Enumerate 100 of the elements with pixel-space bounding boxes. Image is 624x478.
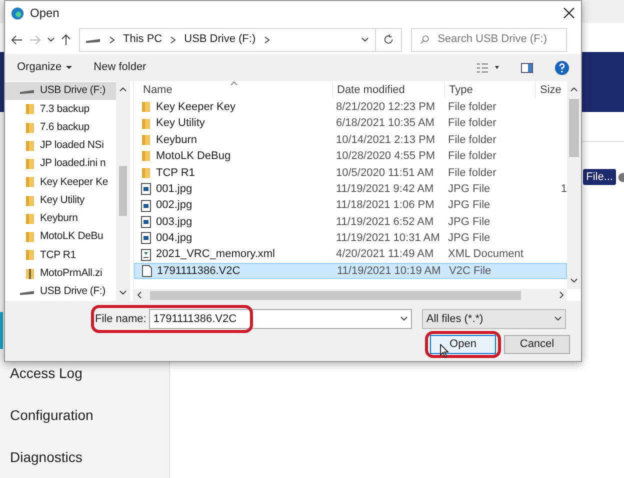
file-name: Key Keeper Key xyxy=(156,100,236,115)
nav-item[interactable]: Keyburn xyxy=(5,210,116,228)
date-cell-text: 11/19/2021 10:19 AM xyxy=(336,264,442,279)
file-name: TCP R1 xyxy=(156,166,195,181)
image-file-icon xyxy=(141,200,151,212)
file-name: 002.jpg xyxy=(156,198,192,214)
view-options-icon[interactable] xyxy=(477,62,499,72)
help-icon[interactable] xyxy=(555,60,569,74)
chevron-icon[interactable] xyxy=(262,36,271,44)
folder-icon xyxy=(141,118,151,130)
type-cell-text: File folder xyxy=(447,149,498,164)
file-row[interactable]: Keyburn 10/14/2021 2:13 PM File folder xyxy=(134,132,567,148)
horizontal-scrollbar[interactable] xyxy=(134,289,567,301)
open-button[interactable]: Open xyxy=(430,335,496,354)
folder-icon xyxy=(25,249,35,262)
chevron-icon[interactable] xyxy=(169,36,178,44)
file-row[interactable]: 003.jpg 11/19/2021 6:52 AM JPG File xyxy=(134,214,567,230)
date-cell-text: 10/28/2020 4:55 PM xyxy=(335,149,436,164)
app-icon xyxy=(11,6,24,20)
nav-item[interactable]: 7.3 backup xyxy=(5,100,116,118)
dropdown-caret-icon[interactable] xyxy=(554,315,562,323)
file-row[interactable]: TCP R1 10/5/2020 11:51 AM File folder xyxy=(134,164,567,181)
date-cell-text: 11/18/2021 1:06 PM xyxy=(335,198,436,214)
refresh-icon[interactable] xyxy=(383,34,394,45)
dropdown-caret-icon[interactable] xyxy=(361,36,369,44)
folder-icon xyxy=(141,101,151,114)
back-arrow-icon[interactable] xyxy=(11,34,23,44)
folder-icon xyxy=(25,158,35,170)
search-icon xyxy=(420,34,430,45)
dropdown-caret-icon[interactable] xyxy=(47,36,55,44)
nav-item[interactable]: Key Utility xyxy=(5,192,116,210)
file-type-dropdown[interactable]: All files (*.*) xyxy=(422,309,566,329)
nav-item[interactable]: JP loaded NSi xyxy=(5,136,116,155)
file-row[interactable]: Key Utility 6/18/2021 10:35 AM File folder xyxy=(134,115,567,132)
file-name: 001.jpg xyxy=(156,182,192,197)
type-cell-text: File folder xyxy=(447,132,498,148)
nav-item[interactable]: MotoPrmAll.zi xyxy=(5,264,116,283)
nav-item[interactable]: TCP R1 xyxy=(5,246,116,264)
scroll-up-icon[interactable] xyxy=(570,85,578,93)
file-row[interactable]: 004.jpg 11/19/2021 10:31 AM JPG File xyxy=(134,230,567,247)
file-name-field[interactable]: 1791111386.V2C xyxy=(149,309,412,329)
file-row[interactable]: MotoLK DeBug 10/28/2020 4:55 PM File folder xyxy=(134,148,567,165)
scroll-left-icon[interactable] xyxy=(136,291,144,299)
date-cell-text: 11/19/2021 10:31 AM xyxy=(335,231,441,246)
scrollbar-thumb[interactable] xyxy=(150,290,521,300)
scrollbar[interactable] xyxy=(567,81,581,289)
date-cell-text: 4/20/2021 11:49 AM xyxy=(335,247,435,262)
file-name: Keyburn xyxy=(156,132,197,148)
date-cell-text: 10/14/2021 2:13 PM xyxy=(335,132,436,148)
search-input[interactable]: Search USB Drive (F:) xyxy=(438,31,558,48)
folder-icon xyxy=(25,231,35,244)
close-icon[interactable] xyxy=(563,7,575,19)
scroll-right-icon[interactable] xyxy=(557,291,565,299)
search-field[interactable]: Search USB Drive (F:) xyxy=(411,28,567,52)
breadcrumb[interactable]: USB Drive (F:) xyxy=(184,31,256,48)
file-row[interactable]: Key Keeper Key 8/21/2020 12:23 PM File folder xyxy=(134,99,567,116)
file-name: 2021_VRC_memory.xml xyxy=(156,247,276,262)
column-header[interactable]: Name xyxy=(134,81,332,99)
preview-pane-icon[interactable] xyxy=(521,62,533,72)
up-arrow-icon[interactable] xyxy=(61,34,71,46)
scrollbar-thumb[interactable] xyxy=(569,99,579,157)
scrollbar-thumb[interactable] xyxy=(119,166,127,216)
sidebar-item[interactable]: Diagnostics xyxy=(0,436,169,478)
folder-icon xyxy=(141,150,151,162)
file-row[interactable]: 2021_VRC_memory.xml 4/20/2021 11:49 AM XML Document xyxy=(134,246,567,263)
file-name: MotoLK DeBug xyxy=(156,149,231,164)
help-icon[interactable] xyxy=(618,172,624,182)
file-name: 003.jpg xyxy=(156,214,192,230)
sidebar-item[interactable]: Configuration xyxy=(0,394,169,436)
dropdown-caret-icon[interactable] xyxy=(400,315,408,323)
cancel-button[interactable]: Cancel xyxy=(504,335,570,354)
file-name: 1791111386.V2C xyxy=(157,264,240,279)
column-header[interactable]: Date modified xyxy=(332,81,444,99)
type-cell-text: V2C File xyxy=(448,264,492,279)
address-bar[interactable]: This PC USB Drive (F:) xyxy=(79,28,402,52)
file-button[interactable]: File... xyxy=(583,169,616,185)
nav-item[interactable]: MotoLK DeBu xyxy=(5,228,116,246)
file-row[interactable]: 001.jpg 11/19/2021 9:42 AM JPG File 1 xyxy=(134,180,567,198)
file-icon xyxy=(142,265,152,278)
nav-item[interactable]: USB Drive (F:) xyxy=(5,282,116,301)
chevron-icon[interactable] xyxy=(108,36,116,44)
sort-caret-icon xyxy=(230,81,238,86)
scroll-down-icon[interactable] xyxy=(570,277,578,285)
type-cell-text: File folder xyxy=(447,100,498,115)
nav-item[interactable]: 7.6 backup xyxy=(5,118,116,137)
column-header[interactable]: Type xyxy=(444,81,535,99)
type-cell-text: File folder xyxy=(447,116,498,132)
breadcrumb[interactable]: This PC xyxy=(123,31,162,48)
date-cell-text: 10/5/2020 11:51 AM xyxy=(335,166,435,181)
folder-icon xyxy=(25,103,35,116)
scroll-up-icon[interactable] xyxy=(119,85,127,93)
nav-item[interactable]: Key Keeper Ke xyxy=(5,173,116,192)
nav-item[interactable]: JP loaded.ini n xyxy=(5,155,116,174)
organize-menu[interactable]: Organize xyxy=(17,59,72,76)
file-row[interactable]: 002.jpg 11/18/2021 1:06 PM JPG File xyxy=(134,197,567,214)
new-folder-button[interactable]: New folder xyxy=(94,59,146,76)
nav-item[interactable]: USB Drive (F:) xyxy=(5,82,116,100)
scroll-down-icon[interactable] xyxy=(119,289,127,297)
folder-icon xyxy=(141,166,151,179)
file-row[interactable]: 1791111386.V2C 11/19/2021 10:19 AM V2C File xyxy=(134,262,567,280)
